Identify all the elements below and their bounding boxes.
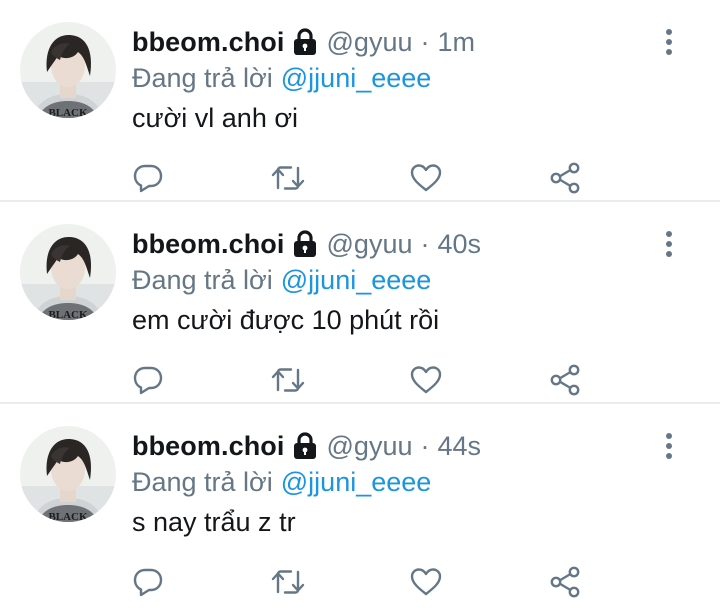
avatar-shirt-text: BLACK: [48, 309, 88, 320]
tweet-actions: [0, 158, 720, 198]
tweet-text: s nay trẩu z tr: [132, 507, 296, 537]
avatar-photo: BLACK: [20, 224, 116, 320]
tweet-actions: [0, 360, 720, 400]
reply-icon: [133, 164, 163, 193]
user-handle[interactable]: @gyuu: [327, 229, 413, 260]
tweet-header: bbeom.choi @gyuu · 44s: [132, 426, 481, 466]
replying-to-label: Đang trả lời: [132, 466, 273, 497]
separator-dot: ·: [420, 26, 430, 57]
timestamp[interactable]: 44s: [437, 431, 481, 462]
like-button[interactable]: [406, 158, 446, 198]
tweet-feed: BLACK bbeom.choi @gyuu · 1m Đang trả lời…: [0, 0, 720, 612]
retweet-icon: [271, 570, 305, 594]
share-icon: [550, 162, 580, 194]
tweet[interactable]: BLACK bbeom.choi @gyuu · 40s Đang trả lờ…: [0, 202, 720, 404]
avatar[interactable]: BLACK: [20, 224, 116, 320]
more-vertical-icon: [666, 433, 672, 459]
more-options-button[interactable]: [655, 26, 683, 58]
replying-to-mention[interactable]: @jjuni_eeee: [281, 467, 432, 498]
replying-to-label: Đang trả lời: [132, 264, 273, 295]
separator-dot: ·: [420, 430, 430, 461]
reply-icon: [133, 568, 163, 597]
tweet[interactable]: BLACK bbeom.choi @gyuu · 1m Đang trả lời…: [0, 0, 720, 202]
like-button[interactable]: [406, 360, 446, 400]
more-options-button[interactable]: [655, 430, 683, 462]
display-name[interactable]: bbeom.choi: [132, 431, 285, 462]
heart-icon: [410, 366, 442, 394]
retweet-button[interactable]: [268, 360, 308, 400]
timestamp[interactable]: 40s: [437, 229, 481, 260]
avatar-photo: BLACK: [20, 22, 116, 118]
avatar[interactable]: BLACK: [20, 426, 116, 522]
avatar-shirt-text: BLACK: [48, 511, 88, 522]
share-button[interactable]: [545, 158, 585, 198]
replying-to-mention[interactable]: @jjuni_eeee: [281, 63, 432, 94]
lock-icon: [291, 27, 319, 57]
reply-button[interactable]: [128, 562, 168, 602]
share-icon: [550, 566, 580, 598]
replying-to-line: Đang trả lời @jjuni_eeee: [132, 60, 431, 96]
tweet[interactable]: BLACK bbeom.choi @gyuu · 44s Đang trả lờ…: [0, 404, 720, 606]
like-button[interactable]: [406, 562, 446, 602]
retweet-icon: [271, 368, 305, 392]
more-options-button[interactable]: [655, 228, 683, 260]
avatar-shirt-text: BLACK: [48, 107, 88, 118]
share-icon: [550, 364, 580, 396]
more-vertical-icon: [666, 29, 672, 55]
heart-icon: [410, 568, 442, 596]
separator-dot: ·: [420, 228, 430, 259]
replying-to-mention[interactable]: @jjuni_eeee: [281, 265, 432, 296]
reply-button[interactable]: [128, 158, 168, 198]
retweet-button[interactable]: [268, 158, 308, 198]
replying-to-label: Đang trả lời: [132, 62, 273, 93]
lock-icon: [291, 229, 319, 259]
replying-to-line: Đang trả lời @jjuni_eeee: [132, 464, 431, 500]
timestamp[interactable]: 1m: [437, 27, 475, 58]
tweet-header: bbeom.choi @gyuu · 1m: [132, 22, 475, 62]
share-button[interactable]: [545, 562, 585, 602]
more-vertical-icon: [666, 231, 672, 257]
tweet-text: cười vl anh ơi: [132, 103, 299, 133]
heart-icon: [410, 164, 442, 192]
avatar[interactable]: BLACK: [20, 22, 116, 118]
reply-button[interactable]: [128, 360, 168, 400]
lock-icon: [291, 431, 319, 461]
tweet-actions: [0, 562, 720, 602]
tweet-text: em cười được 10 phút rồi: [132, 305, 440, 335]
retweet-button[interactable]: [268, 562, 308, 602]
tweet-header: bbeom.choi @gyuu · 40s: [132, 224, 481, 264]
display-name[interactable]: bbeom.choi: [132, 229, 285, 260]
display-name[interactable]: bbeom.choi: [132, 27, 285, 58]
reply-icon: [133, 366, 163, 395]
user-handle[interactable]: @gyuu: [327, 27, 413, 58]
user-handle[interactable]: @gyuu: [327, 431, 413, 462]
retweet-icon: [271, 166, 305, 190]
share-button[interactable]: [545, 360, 585, 400]
replying-to-line: Đang trả lời @jjuni_eeee: [132, 262, 431, 298]
avatar-photo: BLACK: [20, 426, 116, 522]
